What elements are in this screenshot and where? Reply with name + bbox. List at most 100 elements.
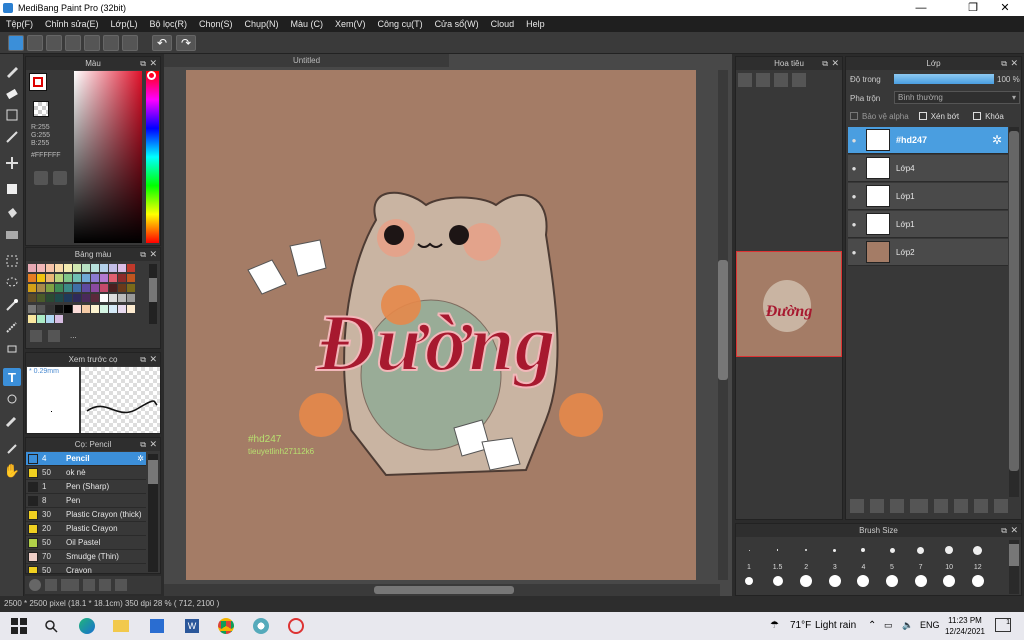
brush-size-dot-large[interactable]	[772, 576, 783, 586]
eye-icon[interactable]: ●	[848, 136, 860, 145]
brush-item[interactable]: 4 Pencil ✲	[26, 452, 146, 466]
palette-icon[interactable]	[34, 171, 48, 185]
text-tool-icon[interactable]: T	[3, 368, 21, 386]
close-button[interactable]: ✕	[990, 0, 1020, 16]
duplicate-layer-icon[interactable]	[954, 499, 968, 513]
palette-swatch[interactable]	[100, 304, 108, 313]
close-icon[interactable]: ✕	[149, 57, 157, 70]
palette-swatch[interactable]	[82, 274, 90, 283]
palette-swatch[interactable]	[109, 274, 117, 283]
gear-icon[interactable]: ✲	[137, 454, 144, 463]
background-color-swatch[interactable]	[33, 101, 49, 117]
palette-swatch[interactable]	[100, 274, 108, 283]
select-tool-icon[interactable]	[3, 252, 21, 270]
pin-icon[interactable]: ⧉	[140, 353, 146, 366]
add-color-icon[interactable]	[30, 330, 42, 342]
canvas-vertical-scrollbar[interactable]	[718, 70, 728, 580]
add-brush-icon[interactable]	[45, 579, 57, 591]
canvas-horizontal-scrollbar[interactable]	[164, 584, 720, 596]
cloud-icon[interactable]	[8, 35, 24, 51]
palette-swatch[interactable]	[91, 284, 99, 293]
palette-swatch[interactable]	[109, 264, 117, 272]
palette-swatch[interactable]	[37, 314, 45, 323]
brush-size-scrollbar[interactable]	[1009, 540, 1019, 594]
redo-icon[interactable]: ↷	[176, 35, 196, 51]
close-icon[interactable]: ✕	[149, 353, 157, 366]
palette-swatch[interactable]	[28, 264, 36, 272]
palette-more[interactable]: ...	[70, 331, 77, 340]
brush-size-dot-large[interactable]	[943, 575, 956, 587]
brush-delete-icon[interactable]	[115, 579, 127, 591]
layer-row[interactable]: ● Lớp1	[848, 211, 1008, 238]
eye-icon[interactable]: ●	[848, 164, 860, 173]
palette-swatch[interactable]	[82, 294, 90, 303]
palette-swatch[interactable]	[91, 264, 99, 272]
palette-swatch[interactable]	[46, 274, 54, 283]
clipping-checkbox[interactable]	[918, 112, 927, 120]
palette-swatch[interactable]	[64, 274, 72, 283]
comment-icon[interactable]	[46, 35, 62, 51]
hue-handle[interactable]	[147, 71, 156, 80]
eraser-tool-icon[interactable]	[3, 84, 21, 102]
brush-size-dot[interactable]	[973, 545, 983, 555]
close-icon[interactable]: ✕	[831, 57, 839, 70]
palette-swatch[interactable]	[127, 294, 135, 303]
brush-size-dot[interactable]	[833, 548, 837, 552]
hue-slider[interactable]	[146, 71, 159, 243]
palette-swatch[interactable]	[46, 294, 54, 303]
palette-swatch[interactable]	[109, 284, 117, 293]
palette-swatch[interactable]	[127, 304, 135, 313]
list-icon[interactable]	[103, 35, 119, 51]
palette-swatch[interactable]	[82, 304, 90, 313]
palette-swatch[interactable]	[46, 304, 54, 313]
brush-size-dot-large[interactable]	[828, 575, 841, 587]
palette-swatch[interactable]	[64, 264, 72, 272]
palette-swatch[interactable]	[55, 284, 63, 293]
brush-item[interactable]: 70 Smudge (Thin)	[26, 550, 146, 564]
lock-checkbox[interactable]	[973, 112, 982, 120]
chat-icon[interactable]	[65, 35, 81, 51]
menu-filter[interactable]: Bộ lọc(R)	[149, 19, 187, 29]
brush-item[interactable]: 50 ok nè	[26, 466, 146, 480]
brush-menu-icon[interactable]	[61, 579, 79, 591]
merge-layer-icon[interactable]	[974, 499, 988, 513]
brush-size-dot-large[interactable]	[745, 577, 753, 585]
close-icon[interactable]: ✕	[1010, 57, 1018, 70]
brush-size-dot[interactable]	[861, 548, 866, 552]
saturation-value-picker[interactable]	[74, 71, 142, 243]
palette-swatch[interactable]	[55, 274, 63, 283]
menu-color[interactable]: Màu (C)	[291, 19, 324, 29]
palette-swatch[interactable]	[91, 274, 99, 283]
layer-scrollbar[interactable]	[1009, 127, 1019, 497]
bucket-tool-icon[interactable]	[3, 204, 21, 222]
menu-snap[interactable]: Chụp(N)	[245, 19, 279, 29]
undo-icon[interactable]: ↶	[152, 35, 172, 51]
brush-size-dot[interactable]	[748, 549, 750, 551]
layer-row[interactable]: ● Lớp2	[848, 239, 1008, 266]
brush-item[interactable]: 50 Crayon	[26, 564, 146, 573]
zoom-in-icon[interactable]	[738, 73, 752, 87]
palette-swatch[interactable]	[37, 264, 45, 272]
palette-swatch[interactable]	[73, 264, 81, 272]
palette-swatch[interactable]	[118, 304, 126, 313]
palette-swatch[interactable]	[37, 274, 45, 283]
weather-text[interactable]: Light rain	[815, 620, 856, 631]
zoom-in-step-icon[interactable]	[756, 73, 770, 87]
layer-row[interactable]: ● Lớp1	[848, 183, 1008, 210]
menu-view[interactable]: Xem(V)	[335, 19, 366, 29]
palette-swatch[interactable]	[55, 304, 63, 313]
brush-size-dot[interactable]	[805, 549, 808, 551]
palette-swatch[interactable]	[82, 284, 90, 293]
palette-swatch[interactable]	[64, 284, 72, 293]
new-halftone-layer-icon[interactable]	[870, 499, 884, 513]
palette-swatch[interactable]	[127, 274, 135, 283]
zoom-out-icon[interactable]	[792, 73, 806, 87]
layer-row[interactable]: ● #hd247 ✲	[848, 127, 1008, 154]
brush-item[interactable]: 8 Pen	[26, 494, 146, 508]
palette-swatch[interactable]	[82, 264, 90, 272]
pin-icon[interactable]: ⧉	[822, 57, 828, 70]
color-history-icon[interactable]	[53, 171, 67, 185]
notification-icon[interactable]: 1	[995, 618, 1011, 632]
menu-cloud[interactable]: Cloud	[491, 19, 515, 29]
volume-icon[interactable]: 🔈	[902, 620, 913, 631]
